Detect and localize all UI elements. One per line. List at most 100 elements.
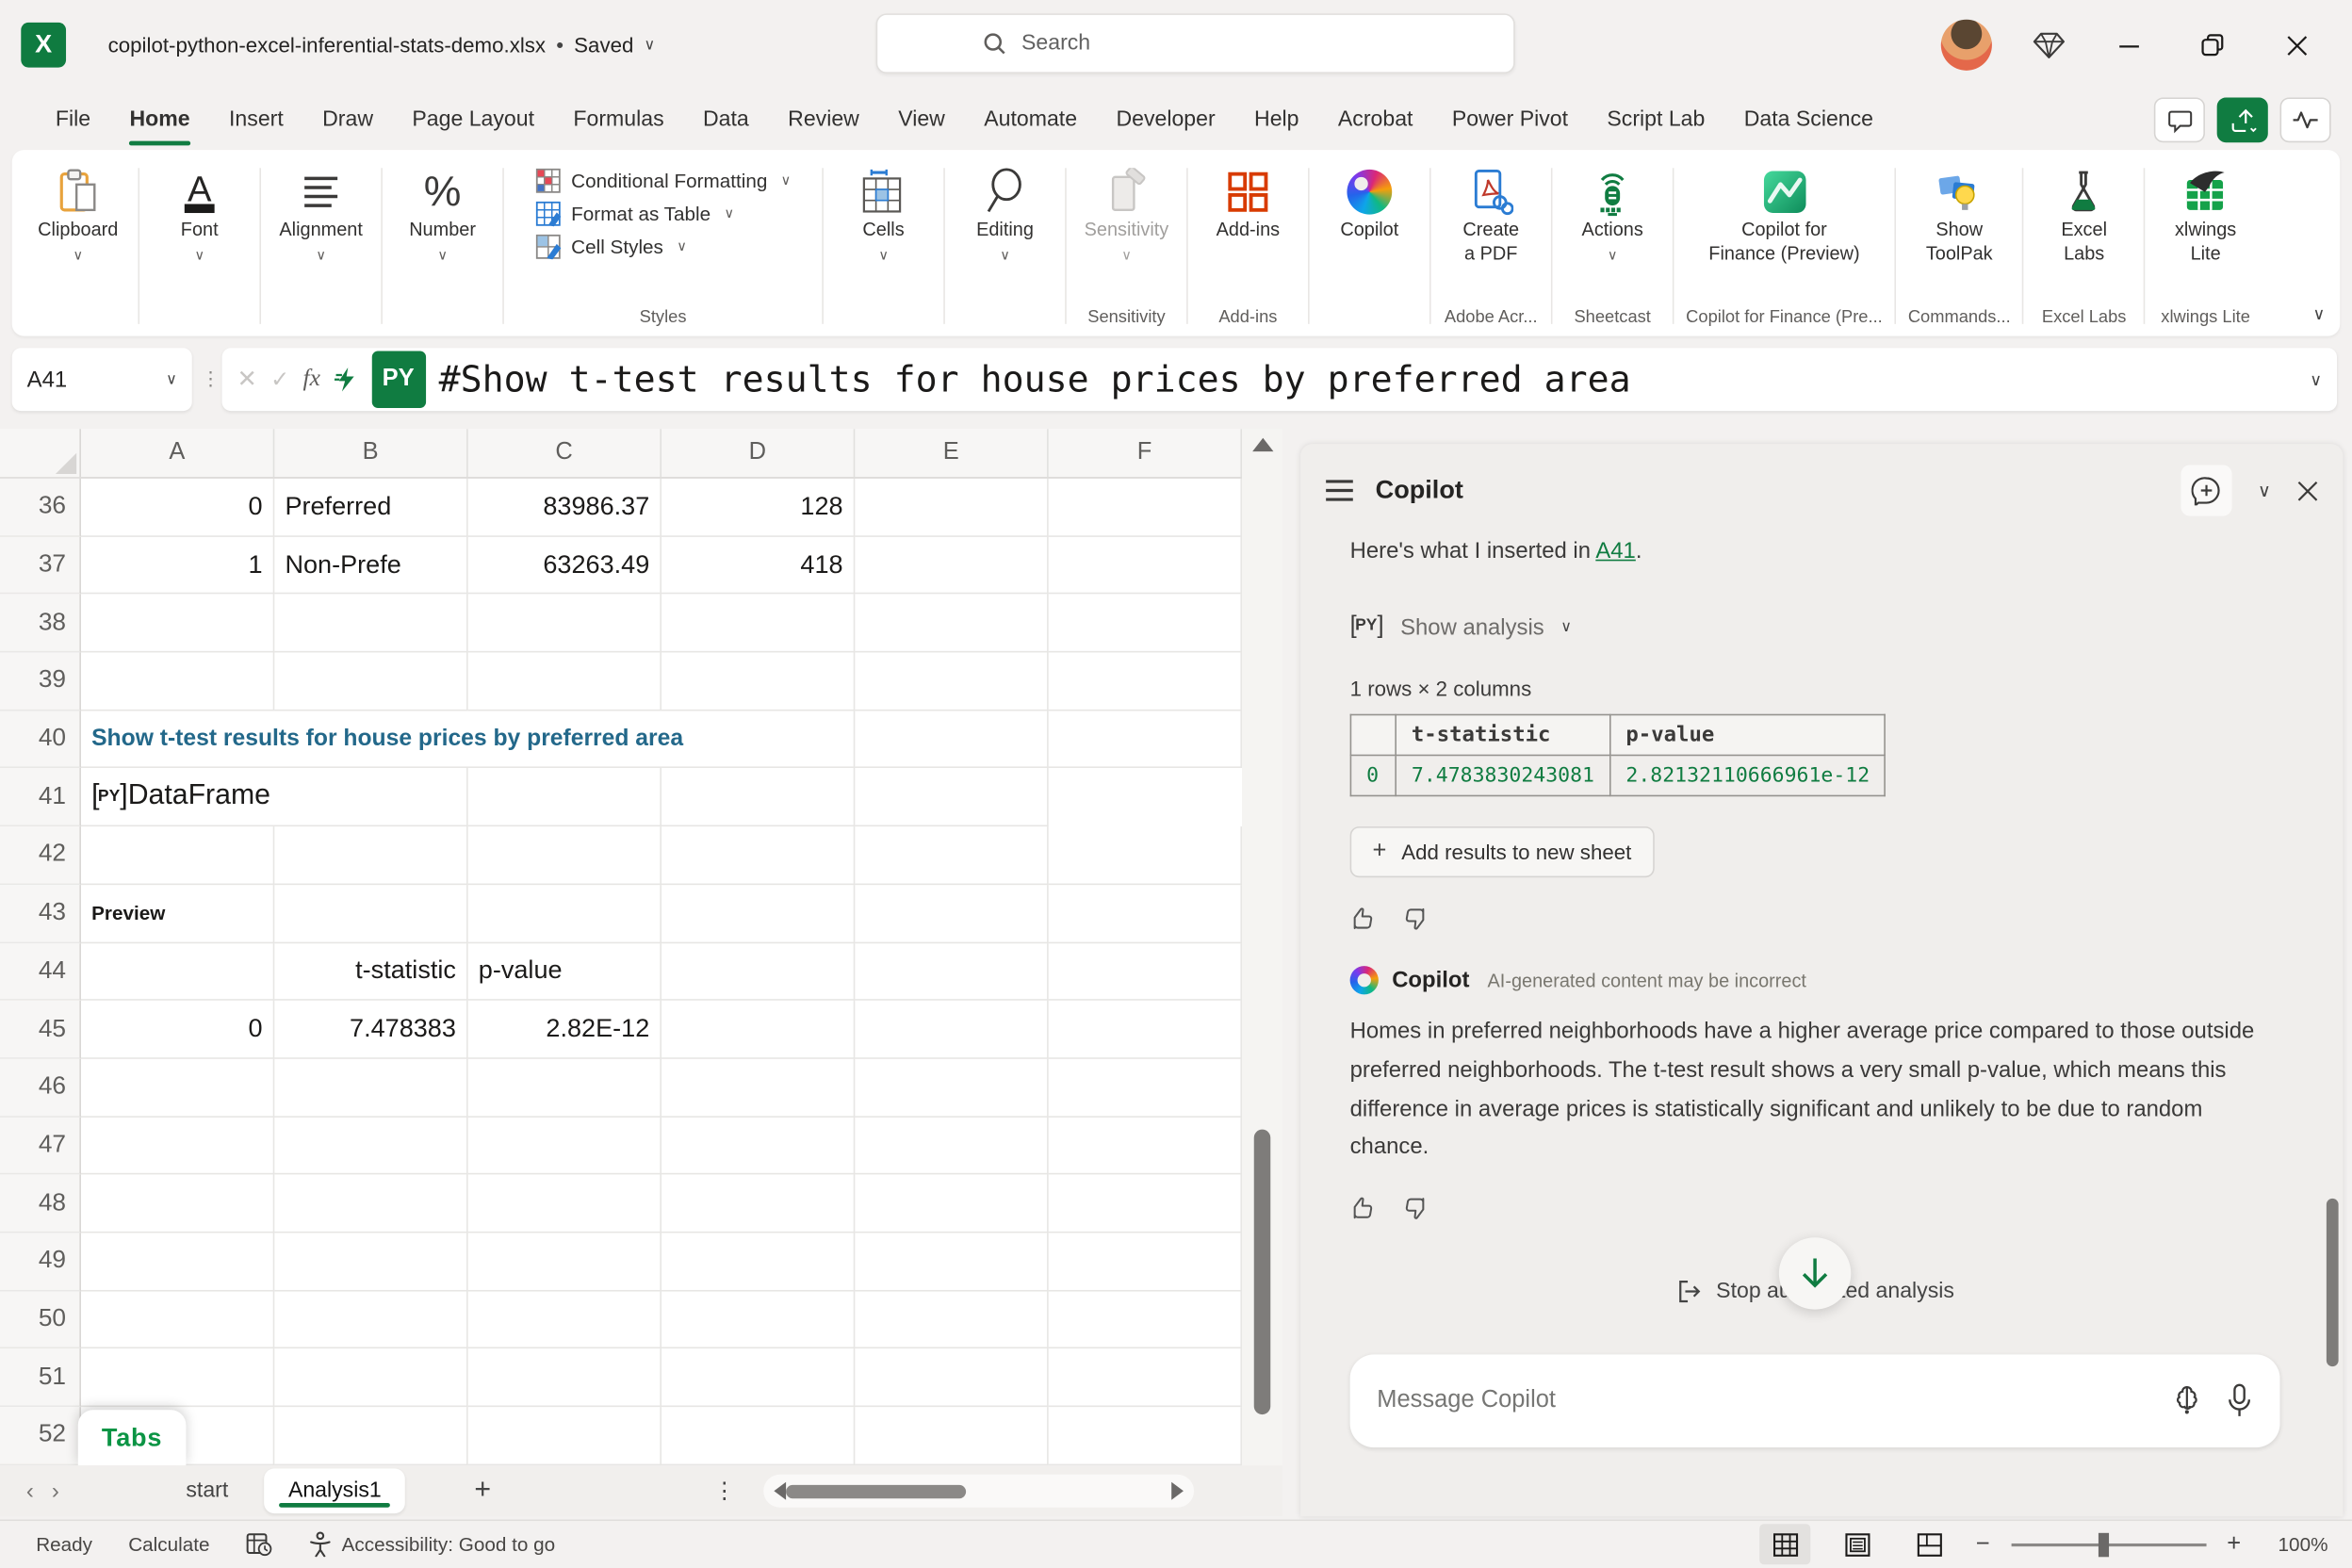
ribbon-tab-acrobat[interactable]: Acrobat [1318, 90, 1432, 151]
cell[interactable] [81, 653, 274, 711]
select-all-corner[interactable] [0, 429, 81, 477]
ribbon-tab-review[interactable]: Review [768, 90, 878, 151]
cell[interactable] [1049, 653, 1242, 711]
cell[interactable] [81, 1349, 274, 1408]
cell[interactable] [855, 1407, 1048, 1465]
zoom-out-button[interactable]: − [1976, 1530, 1990, 1558]
cell[interactable] [468, 653, 662, 711]
formula-bar-handle[interactable]: ⋮ [201, 368, 213, 391]
cell[interactable] [274, 595, 467, 653]
zoom-percentage[interactable]: 100% [2262, 1533, 2328, 1556]
horizontal-scrollbar[interactable] [764, 1475, 1195, 1508]
cell[interactable] [855, 1349, 1048, 1408]
ribbon-tab-data[interactable]: Data [683, 90, 768, 151]
ribbon-tab-developer[interactable]: Developer [1097, 90, 1235, 151]
comments-button[interactable] [2154, 97, 2205, 142]
thumbs-up-icon[interactable] [1350, 905, 1379, 933]
cell[interactable] [81, 1117, 274, 1175]
ribbon-tab-view[interactable]: View [879, 90, 965, 151]
row-header-44[interactable]: 44 [0, 942, 81, 1001]
row-header-43[interactable]: 43 [0, 885, 81, 943]
cell[interactable]: Show t-test results for house prices by … [81, 710, 855, 769]
cell[interactable] [468, 1291, 662, 1349]
cell[interactable]: [PY]DataFrame [81, 769, 468, 827]
name-box[interactable]: A41 ∨ [12, 348, 192, 411]
font-button[interactable]: A Font ∨ [152, 159, 248, 264]
cell[interactable]: Non-Prefe [274, 536, 467, 595]
cell[interactable] [662, 1117, 855, 1175]
cell[interactable] [81, 1291, 274, 1349]
editing-button[interactable]: Editing ∨ [957, 159, 1054, 264]
collapse-pane-icon[interactable]: ∨ [2258, 480, 2271, 500]
pane-scroll-thumb[interactable] [2327, 1199, 2339, 1366]
row-header-38[interactable]: 38 [0, 595, 81, 653]
spreadsheet-grid[interactable]: ABCDEF 360Preferred83986.37128371Non-Pre… [0, 429, 1242, 1464]
cell[interactable]: Preview [81, 885, 274, 943]
actions-button[interactable]: Actions ∨ [1564, 159, 1660, 264]
ribbon-tab-insert[interactable]: Insert [209, 90, 302, 151]
cell[interactable] [81, 942, 274, 1001]
cell[interactable] [855, 769, 1048, 827]
cell[interactable]: 1 [81, 536, 274, 595]
sheet-list-icon[interactable]: ⋮ [713, 1478, 737, 1505]
cell[interactable] [274, 885, 467, 943]
cell[interactable] [855, 536, 1048, 595]
ribbon-tab-home[interactable]: Home [110, 90, 210, 151]
activity-icon[interactable] [2280, 97, 2331, 142]
cell[interactable] [855, 1291, 1048, 1349]
row-header-45[interactable]: 45 [0, 1001, 81, 1059]
cell[interactable] [662, 1407, 855, 1465]
column-header-D[interactable]: D [662, 429, 855, 477]
cell[interactable]: 0 [81, 1001, 274, 1059]
cell[interactable] [1049, 1059, 1242, 1118]
cell[interactable] [468, 826, 662, 885]
cell[interactable] [274, 1059, 467, 1118]
row-header-47[interactable]: 47 [0, 1117, 81, 1175]
search-input[interactable]: Search [876, 13, 1515, 74]
share-button[interactable] [2217, 97, 2268, 142]
column-header-C[interactable]: C [468, 429, 662, 477]
row-header-42[interactable]: 42 [0, 826, 81, 885]
scroll-left-icon[interactable] [775, 1482, 787, 1500]
thumbs-down-icon[interactable] [1399, 905, 1428, 933]
page-break-view-button[interactable] [1903, 1524, 1954, 1564]
cell[interactable] [274, 1233, 467, 1291]
cell[interactable]: 83986.37 [468, 479, 662, 537]
user-avatar[interactable] [1941, 20, 1992, 71]
accessibility-status[interactable]: Accessibility: Good to go [309, 1531, 556, 1557]
zoom-slider-thumb[interactable] [2098, 1532, 2108, 1556]
add-results-button[interactable]: + Add results to new sheet [1350, 826, 1655, 877]
xlwings-lite-button[interactable]: xlwingsLite [2158, 159, 2254, 266]
cell[interactable] [274, 1407, 467, 1465]
cell[interactable] [468, 1349, 662, 1408]
column-header-E[interactable]: E [855, 429, 1048, 477]
addins-button[interactable]: Add-ins [1200, 159, 1296, 243]
cell[interactable]: t-statistic [274, 942, 467, 1001]
row-header-41[interactable]: 41 [0, 769, 81, 827]
row-header-49[interactable]: 49 [0, 1233, 81, 1291]
zoom-in-button[interactable]: + [2227, 1530, 2241, 1558]
cell[interactable] [855, 1175, 1048, 1233]
row-header-40[interactable]: 40 [0, 710, 81, 769]
row-header-46[interactable]: 46 [0, 1059, 81, 1118]
cell[interactable] [1049, 1233, 1242, 1291]
cell[interactable] [468, 885, 662, 943]
column-header-B[interactable]: B [274, 429, 467, 477]
cell[interactable] [468, 1175, 662, 1233]
cell[interactable]: 2.82E-12 [468, 1001, 662, 1059]
expand-formula-bar-icon[interactable]: ∨ [2301, 369, 2322, 389]
cell[interactable] [855, 1059, 1048, 1118]
cell[interactable] [662, 769, 855, 827]
cell[interactable] [855, 1001, 1048, 1059]
cell[interactable] [274, 1291, 467, 1349]
cell[interactable] [468, 595, 662, 653]
cell[interactable]: 418 [662, 536, 855, 595]
cell[interactable]: 128 [662, 479, 855, 537]
row-header-50[interactable]: 50 [0, 1291, 81, 1349]
cell[interactable] [468, 1117, 662, 1175]
cell[interactable] [1049, 1001, 1242, 1059]
cell[interactable] [1049, 885, 1242, 943]
cell[interactable] [1049, 710, 1242, 769]
close-button[interactable] [2274, 23, 2319, 68]
brain-prompt-icon[interactable] [2169, 1384, 2205, 1417]
